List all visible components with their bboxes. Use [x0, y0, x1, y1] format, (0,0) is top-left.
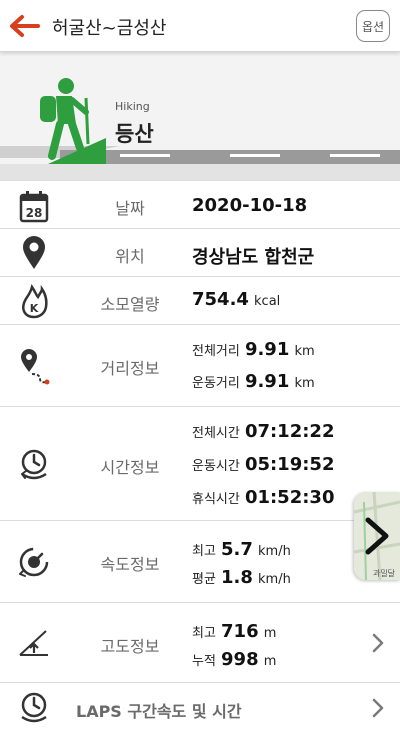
speed-avg-label: 평균	[192, 572, 216, 587]
speed-max-line: 최고 5.7 km/h	[192, 539, 291, 560]
page-title: 허굴산~금성산	[52, 18, 167, 39]
speed-label: 속도정보	[100, 555, 160, 574]
speed-avg-unit: km/h	[258, 572, 291, 587]
time-rest-line: 휴식시간 01:52:30	[192, 487, 334, 508]
route-pin-icon	[21, 349, 50, 385]
location-label: 위치	[115, 247, 145, 266]
date-label: 날짜	[115, 199, 145, 218]
hiker-icon	[40, 78, 106, 164]
altitude-max-line: 최고 716 m	[192, 621, 276, 642]
altitude-max-label: 최고	[192, 626, 216, 641]
altitude-cum-unit: m	[263, 654, 277, 669]
altitude-max-unit: m	[263, 626, 277, 641]
calendar-day: 28	[26, 206, 43, 220]
chevron-right-icon	[372, 698, 384, 718]
back-arrow-icon[interactable]	[8, 12, 42, 40]
chevron-right-icon	[372, 633, 384, 653]
calories-unit: kcal	[254, 294, 281, 309]
distance-row: 거리정보 전체거리 9.91 km 운동거리 9.91 km	[0, 324, 400, 406]
speed-row: 속도정보 최고 5.7 km/h 평균 1.8 km/h	[0, 520, 400, 602]
speedometer-icon	[19, 547, 49, 577]
calendar-icon: 28	[19, 191, 49, 223]
altitude-cum-label: 누적	[192, 654, 216, 669]
speed-max-value: 5.7	[221, 539, 253, 560]
speed-avg-line: 평균 1.8 km/h	[192, 567, 291, 588]
altitude-row[interactable]: 고도정보 최고 716 m 누적 998 m	[0, 602, 400, 682]
altitude-slope-icon	[19, 630, 48, 656]
laps-label: LAPS 구간속도 및 시간	[76, 702, 242, 721]
distance-total-unit: km	[294, 344, 315, 359]
activity-english: Hiking	[115, 100, 150, 113]
distance-moving-unit: km	[294, 376, 315, 391]
time-moving-label: 운동시간	[192, 459, 240, 474]
time-rest-value: 01:52:30	[244, 487, 335, 508]
time-moving-line: 운동시간 05:19:52	[192, 454, 334, 475]
distance-total-label: 전체거리	[192, 344, 240, 359]
altitude-cum-value: 998	[221, 649, 259, 670]
top-app-bar: 허굴산~금성산 옵션	[0, 0, 400, 52]
laps-row[interactable]: LAPS 구간속도 및 시간	[0, 682, 400, 733]
clock-icon	[21, 449, 47, 480]
date-value: 2020-10-18	[192, 195, 308, 216]
location-row: 위치 경상남도 합천군	[0, 228, 400, 276]
time-label: 시간정보	[100, 458, 160, 477]
speed-avg-value: 1.8	[221, 567, 253, 588]
time-row: 시간정보 전체시간 07:12:22 운동시간 05:19:52 휴식시간 01…	[0, 406, 400, 520]
time-moving-value: 05:19:52	[244, 454, 335, 475]
options-button[interactable]: 옵션	[356, 10, 390, 42]
activity-hero: Hiking 등산	[0, 52, 400, 180]
calories-value-line: 754.4 kcal	[192, 289, 280, 310]
distance-moving-line: 운동거리 9.91 km	[192, 371, 315, 392]
distance-total-value: 9.91	[244, 339, 290, 360]
distance-total-line: 전체거리 9.91 km	[192, 339, 315, 360]
altitude-cum-line: 누적 998 m	[192, 649, 276, 670]
laps-clock-icon	[21, 692, 47, 723]
svg-text:K: K	[30, 302, 39, 315]
date-row: 28 날짜 2020-10-18	[0, 180, 400, 228]
location-pin-icon	[23, 236, 45, 269]
distance-label: 거리정보	[100, 359, 160, 378]
time-rest-label: 휴식시간	[192, 492, 240, 507]
calories-row: K 소모열량 754.4 kcal	[0, 276, 400, 324]
calories-value: 754.4	[192, 289, 249, 310]
time-total-value: 07:12:22	[244, 421, 335, 442]
distance-moving-label: 운동거리	[192, 376, 240, 391]
map-place-label: 과밀달	[373, 569, 396, 578]
activity-name: 등산	[115, 122, 154, 146]
speed-max-unit: km/h	[258, 544, 291, 559]
speed-max-label: 최고	[192, 544, 216, 559]
altitude-label: 고도정보	[100, 637, 160, 656]
map-thumbnail: 과밀달	[354, 492, 400, 580]
location-value: 경상남도 합천군	[192, 247, 315, 268]
time-total-label: 전체시간	[192, 426, 240, 441]
altitude-max-value: 716	[221, 621, 259, 642]
calories-label: 소모열량	[100, 295, 160, 314]
map-preview-tab[interactable]: 과밀달	[354, 492, 400, 580]
time-total-line: 전체시간 07:12:22	[192, 421, 334, 442]
distance-moving-value: 9.91	[244, 371, 290, 392]
calorie-flame-icon: K	[22, 283, 48, 319]
